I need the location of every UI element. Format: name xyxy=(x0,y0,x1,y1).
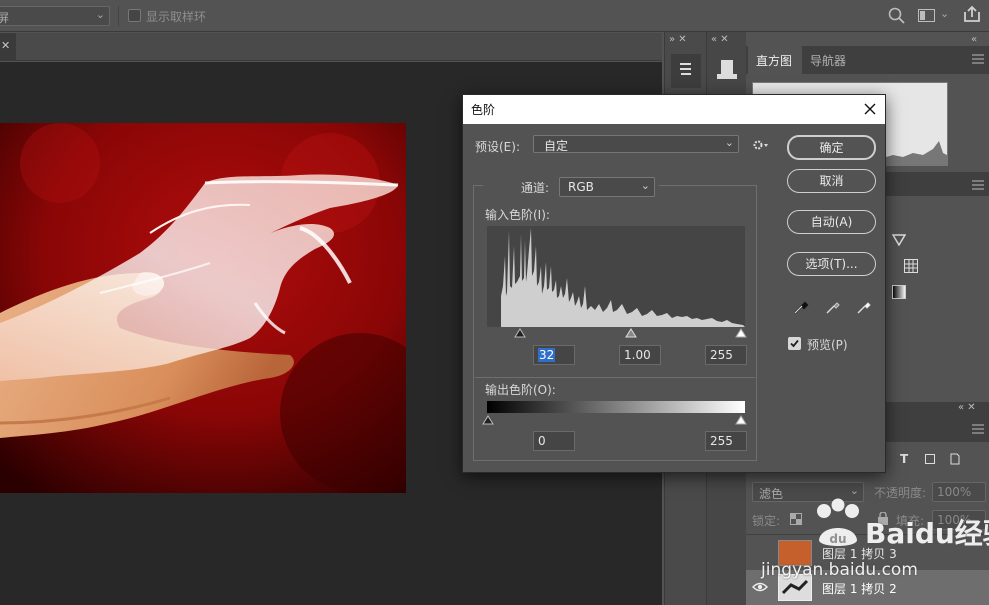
panel-menu-icon[interactable] xyxy=(972,180,984,190)
output-white-field[interactable]: 255 xyxy=(705,431,747,451)
search-icon[interactable] xyxy=(888,7,905,24)
panel-menu-icon[interactable] xyxy=(972,424,984,434)
output-white-slider[interactable] xyxy=(735,415,747,425)
tool-icon-brush-history[interactable] xyxy=(671,54,701,88)
grid-icon[interactable] xyxy=(904,259,918,273)
document-tab[interactable]: ✕ xyxy=(0,33,16,61)
output-black-slider[interactable] xyxy=(482,415,494,425)
input-gamma-value: 1.00 xyxy=(624,348,651,362)
input-black-field[interactable]: 32 xyxy=(533,345,575,365)
input-white-slider[interactable] xyxy=(735,328,747,338)
text-filter-icon[interactable]: T xyxy=(900,452,908,466)
close-icon[interactable] xyxy=(864,103,876,115)
output-white-value: 255 xyxy=(710,434,733,448)
show-sampling-ring-label: 显示取样环 xyxy=(146,10,207,24)
output-black-value: 0 xyxy=(538,434,546,448)
shape-filter-icon[interactable] xyxy=(924,453,936,465)
chevron-down-icon[interactable]: ⌄ xyxy=(940,7,949,20)
collapse-icon[interactable]: « ✕ xyxy=(958,402,976,413)
channel-select[interactable]: RGB ⌄ xyxy=(559,177,655,197)
collapse-icon[interactable]: « xyxy=(971,34,977,45)
watermark-logo: du xyxy=(811,498,865,550)
preset-select[interactable]: 自定 ⌄ xyxy=(533,135,739,153)
input-white-value: 255 xyxy=(710,348,733,362)
black-eyedropper-icon[interactable] xyxy=(793,299,809,315)
sample-size-select[interactable]: 屏 ⌄ xyxy=(0,6,110,26)
channel-value: RGB xyxy=(568,180,594,194)
options-bar: 屏 ⌄ 显示取样环 ⌄ xyxy=(0,0,989,32)
input-black-value: 32 xyxy=(538,348,556,362)
panel-menu-icon[interactable] xyxy=(972,54,984,64)
preview-checkbox[interactable] xyxy=(788,337,801,350)
chevron-down-icon: ⌄ xyxy=(724,136,734,149)
input-levels-label: 输入色阶(I): xyxy=(485,208,550,222)
chevron-down-icon: ⌄ xyxy=(640,179,650,192)
cancel-button[interactable]: 取消 xyxy=(787,169,876,193)
preset-options-gear-icon[interactable] xyxy=(753,139,769,151)
preview-label: 预览(P) xyxy=(807,338,848,352)
tab-navigator-label: 导航器 xyxy=(810,54,847,68)
watermark-url: jingyan.baidu.com xyxy=(761,560,918,580)
auto-button[interactable]: 自动(A) xyxy=(787,210,876,234)
collapse-icon[interactable]: « ✕ xyxy=(711,34,729,45)
document-image[interactable] xyxy=(0,123,406,493)
gray-eyedropper-icon[interactable] xyxy=(825,299,841,315)
tab-histogram[interactable]: 直方图 xyxy=(748,46,802,74)
show-sampling-ring-checkbox[interactable] xyxy=(128,9,141,22)
svg-text:du: du xyxy=(829,532,846,546)
watermark-brand: Baidu经验 xyxy=(865,517,989,550)
document-tabs: ✕ xyxy=(0,33,662,61)
output-gradient-bar xyxy=(487,401,745,413)
share-icon[interactable] xyxy=(963,5,981,23)
preset-value: 自定 xyxy=(544,139,569,153)
channel-label: 通道: xyxy=(521,181,550,195)
gradient-map-icon[interactable] xyxy=(892,285,906,299)
chevron-down-icon: ⌄ xyxy=(95,8,105,21)
input-white-field[interactable]: 255 xyxy=(705,345,747,365)
dialog-title: 色阶 xyxy=(471,103,496,117)
preset-label: 预设(E): xyxy=(475,140,520,154)
clone-stamp-icon[interactable] xyxy=(711,52,743,86)
white-eyedropper-icon[interactable] xyxy=(856,299,872,315)
input-gamma-slider[interactable] xyxy=(625,328,637,338)
levels-histogram xyxy=(487,226,745,327)
tab-navigator[interactable]: 导航器 xyxy=(804,46,864,74)
input-gamma-field[interactable]: 1.00 xyxy=(619,345,661,365)
triangle-icon[interactable] xyxy=(892,234,906,246)
levels-dialog: 色阶 预设(E): 自定 ⌄ 通道: RGB ⌄ 输入色阶(I): 32 1.0… xyxy=(462,94,886,473)
workspace-icon[interactable] xyxy=(918,9,936,23)
dialog-titlebar[interactable]: 色阶 xyxy=(463,95,885,124)
collapse-icon[interactable]: » ✕ xyxy=(669,34,687,45)
output-black-field[interactable]: 0 xyxy=(533,431,575,451)
ok-button[interactable]: 确定 xyxy=(787,135,876,160)
close-icon[interactable]: ✕ xyxy=(1,39,10,52)
sample-size-value: 屏 xyxy=(0,11,10,25)
options-button[interactable]: 选项(T)... xyxy=(787,252,876,276)
input-black-slider[interactable] xyxy=(514,328,526,338)
smart-object-filter-icon[interactable] xyxy=(949,453,961,465)
output-levels-label: 输出色阶(O): xyxy=(485,383,556,397)
tab-histogram-label: 直方图 xyxy=(756,54,793,68)
watermark: du Baidu经验 jingyan.baidu.com xyxy=(755,492,989,588)
